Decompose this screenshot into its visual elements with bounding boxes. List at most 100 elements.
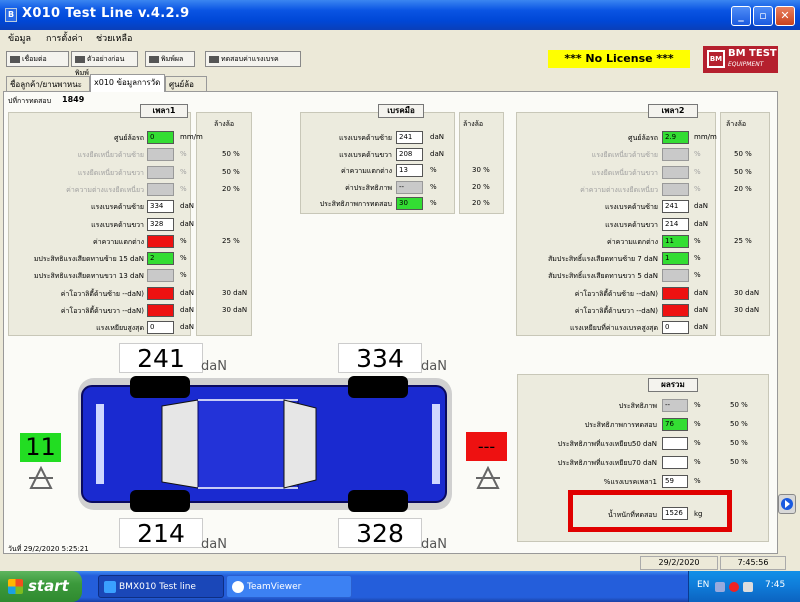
task-teamviewer[interactable]: TeamViewer xyxy=(226,575,352,598)
tab-wheel-alignment[interactable]: ศูนย์ล้อรถ xyxy=(165,76,207,104)
logo-line2: EQUIPMENT xyxy=(728,61,764,68)
axle1-row-label: แรงเหยียบสูงสุด xyxy=(96,324,144,333)
status-bar: 29/2/2020 7:45:56 xyxy=(0,555,800,571)
test-date-label: วันที่ 29/2/2020 5:25:21 xyxy=(8,545,89,553)
front-left-unit: daN xyxy=(201,359,227,374)
summary-row-value: 76 xyxy=(662,418,688,431)
security-alert-icon[interactable] xyxy=(729,582,739,592)
handbrake-row-value: -- xyxy=(396,180,423,194)
side-scroll-button[interactable] xyxy=(778,494,796,514)
handbrake-row-label: ประสิทธิภาพการทดสอบ xyxy=(319,200,392,208)
axle1-row-limit: 30 daN xyxy=(222,288,248,297)
axle1-row-limit: 30 daN xyxy=(222,306,248,314)
handbrake-row-limit: 20 % xyxy=(472,182,490,191)
rear-left-unit: daN xyxy=(201,537,227,552)
arrow-icon xyxy=(781,498,793,510)
axle2-row-unit: mm/m xyxy=(694,133,717,141)
front-left-wheel xyxy=(130,376,190,398)
print-button[interactable]: พิมพ์ผล xyxy=(145,51,195,67)
axle2-row-unit: % xyxy=(694,271,701,280)
menu-help[interactable]: ช่วยเหลือ xyxy=(96,31,132,45)
handbrake-row-limit: 20 % xyxy=(472,199,490,207)
axle1-row-label: ค่าโอวาลิตี้ด้านขวา --daN) xyxy=(60,307,144,315)
axle2-row-value: 214 xyxy=(662,217,689,231)
handbrake-row-value: 13 xyxy=(396,164,423,177)
axle1-row-unit: % xyxy=(180,167,187,176)
windows-logo-icon xyxy=(8,579,23,594)
task-bmx010-label: BMX010 Test line xyxy=(119,582,196,592)
axle2-row-unit: % xyxy=(694,254,701,263)
axle2-row-label: ค่าโอวาลิตี้ด้านขวา --daN) xyxy=(574,307,658,315)
rear-bumper xyxy=(432,404,440,484)
menu-bar: ข้อมูล การตั้งค่า ช่วยเหลือ xyxy=(0,30,800,46)
brake-test-icon xyxy=(209,55,219,63)
bm-logo: BM BM TEST EQUIPMENT xyxy=(703,46,778,73)
tab-customer[interactable]: ชื่อลูกค้า/ยานพาหนะ xyxy=(6,76,90,92)
rear-right-force: 328 xyxy=(338,518,422,548)
summary-row-label: ประสิทธิภาพการทดสอบ xyxy=(584,421,657,429)
menu-data[interactable]: ข้อมูล xyxy=(8,31,31,45)
windshield xyxy=(161,399,199,489)
axle1-title: เพลา1 xyxy=(140,104,188,118)
axle2-row-value: 11 xyxy=(662,234,689,248)
brake-test-button[interactable]: ทดสอบค่าแรงเบรค xyxy=(205,51,301,67)
axle2-row-limit: 50 % xyxy=(734,150,752,159)
connect-button[interactable]: เชื่อมต่อ xyxy=(6,51,69,67)
rear-window xyxy=(283,399,317,489)
tab-measurement[interactable]: x010 ข้อมูลการวัด xyxy=(90,74,165,92)
handbrake-row-label: ค่าความแตกต่าง xyxy=(341,167,392,175)
rear-left-force: 214 xyxy=(119,518,203,548)
axle2-row-limit: 25 % xyxy=(734,236,752,245)
volume-icon[interactable] xyxy=(743,582,753,592)
menu-settings[interactable]: การตั้งค่า xyxy=(46,31,83,45)
axle1-row-label: แรงเบรคด้านขวา xyxy=(91,220,144,229)
axle1-row-limit: 50 % xyxy=(222,167,240,176)
axle2-row-value xyxy=(662,304,689,317)
print-preview-button[interactable]: ตัวอย่างก่อนพิมพ์ xyxy=(71,51,138,77)
start-button[interactable]: start xyxy=(0,571,82,602)
axle1-row-label: ค่าความต่างแรงยืดเหนี่ยว xyxy=(66,185,144,194)
summary-row-unit: % xyxy=(694,439,701,447)
minimize-button[interactable]: _ xyxy=(731,6,751,26)
task-bmx010[interactable]: BMX010 Test line xyxy=(98,575,224,598)
axle1-row-limit: 50 % xyxy=(222,150,240,159)
car-top-view xyxy=(78,376,452,512)
axle1-row-label: ศูนย์ล้อรถ xyxy=(114,134,144,142)
summary-row-unit: % xyxy=(694,477,701,485)
summary-row-label: ประสิทธิภาพ xyxy=(618,402,657,410)
axle1-row-value xyxy=(147,304,174,317)
brake-test-label: ทดสอบค่าแรงเบรค xyxy=(221,55,279,63)
axle1-row-unit: % xyxy=(180,184,187,193)
close-button[interactable]: ✕ xyxy=(775,6,795,26)
axle1-row-label: ค่าความแตกต่าง xyxy=(93,237,144,246)
roof xyxy=(197,399,299,489)
connect-label: เชื่อมต่อ xyxy=(22,55,47,63)
summary-row-unit: % xyxy=(694,458,701,466)
axle2-row-limit: 20 % xyxy=(734,184,752,193)
network-icon[interactable] xyxy=(715,582,725,592)
summary-row-label: ประสิทธิภาพที่แรงเหยียบ70 daN xyxy=(557,459,657,467)
handbrake-row-label: แรงเบรคด้านซ้าย xyxy=(338,134,392,142)
left-indicator: 11 xyxy=(20,433,61,462)
bm-logo-mark: BM xyxy=(707,50,725,68)
axle2-row-label: ศูนย์ล้อรถ xyxy=(628,134,658,142)
license-banner: *** No License *** xyxy=(548,50,690,68)
tab-strip: ชื่อลูกค้า/ยานพาหนะ x010 ข้อมูลการวัด ศู… xyxy=(0,74,800,104)
test-number-value: 1849 xyxy=(62,95,85,104)
maximize-button[interactable]: ▫ xyxy=(753,6,773,26)
app-icon: B xyxy=(5,8,17,22)
print-label: พิมพ์ผล xyxy=(161,55,184,63)
axle2-row-unit: % xyxy=(694,150,701,159)
axle1-row-unit: % xyxy=(180,271,187,280)
language-indicator[interactable]: EN xyxy=(697,580,709,590)
handbrake-row-unit: daN xyxy=(430,133,444,141)
handbrake-row-label: แรงเบรคด้านขวา xyxy=(339,150,392,159)
summary-row-label: ประสิทธิภาพที่แรงเหยียบ50 daN xyxy=(557,440,657,448)
logo-line1: BM TEST xyxy=(728,48,777,59)
axle1-row-value: 328 xyxy=(147,217,174,231)
axle2-row-unit: daN xyxy=(694,306,708,314)
bmx-app-icon xyxy=(104,581,116,593)
axle1-row-unit: daN xyxy=(180,219,194,228)
task-teamviewer-label: TeamViewer xyxy=(247,582,302,592)
title-bar[interactable]: B X010 Test Line v.4.2.9 _ ▫ ✕ xyxy=(0,0,800,30)
